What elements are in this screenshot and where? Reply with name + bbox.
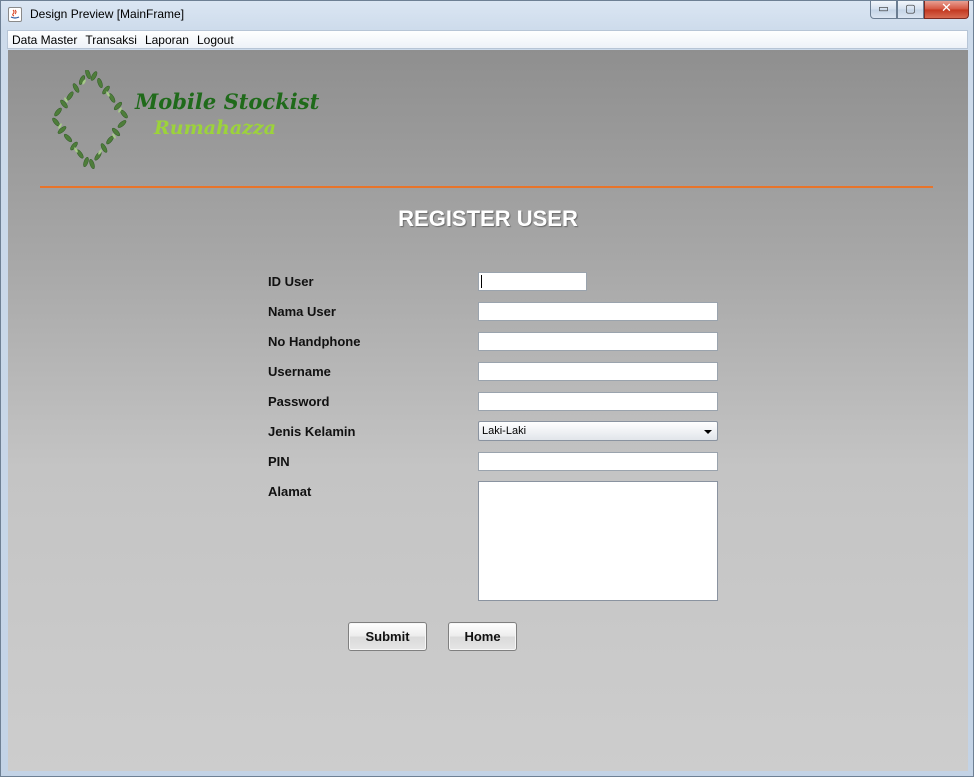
label-jenis-kelamin: Jenis Kelamin (268, 424, 356, 439)
leaf-wreath-icon (52, 70, 128, 169)
nama-user-field[interactable] (478, 302, 718, 321)
label-username: Username (268, 364, 331, 379)
password-field[interactable] (478, 392, 718, 411)
title-bar[interactable]: Design Preview [MainFrame] ▭ ▢ ✕ (1, 1, 973, 29)
label-pin: PIN (268, 454, 290, 469)
submit-button[interactable]: Submit (348, 622, 427, 651)
menu-laporan[interactable]: Laporan (141, 33, 193, 47)
menu-data-master[interactable]: Data Master (8, 33, 81, 47)
no-handphone-field[interactable] (478, 332, 718, 351)
label-id-user: ID User (268, 274, 314, 289)
text-caret (481, 275, 482, 288)
brand-subtitle: Rumahazza (154, 117, 277, 139)
username-field[interactable] (478, 362, 718, 381)
brand-title: Mobile Stockist (135, 89, 320, 114)
minimize-icon: ▭ (878, 2, 889, 15)
chevron-down-icon (704, 430, 712, 434)
close-icon: ✕ (941, 1, 952, 16)
maximize-button[interactable]: ▢ (897, 1, 924, 19)
label-password: Password (268, 394, 330, 409)
page-title: REGISTER USER (398, 206, 578, 231)
pin-field[interactable] (478, 452, 718, 471)
jenis-kelamin-selected: Laki-Laki (482, 425, 527, 437)
register-user-panel: Mobile Stockist Rumahazza REGISTER USER … (8, 50, 968, 771)
menu-bar: Data Master Transaksi Laporan Logout (7, 30, 968, 49)
label-nama-user: Nama User (268, 304, 336, 319)
alamat-textarea[interactable] (478, 481, 718, 601)
minimize-button[interactable]: ▭ (870, 1, 897, 19)
maximize-icon: ▢ (905, 2, 916, 15)
home-button[interactable]: Home (448, 622, 517, 651)
id-user-field[interactable] (478, 272, 587, 291)
main-window: Design Preview [MainFrame] ▭ ▢ ✕ Data Ma… (0, 0, 974, 777)
jenis-kelamin-select[interactable]: Laki-Laki (478, 421, 718, 441)
window-controls: ▭ ▢ ✕ (870, 1, 969, 21)
label-alamat: Alamat (268, 484, 312, 499)
window-title: Design Preview [MainFrame] (30, 7, 185, 21)
java-app-icon (8, 7, 22, 22)
menu-logout[interactable]: Logout (193, 33, 238, 47)
close-button[interactable]: ✕ (924, 1, 969, 19)
header-divider (40, 186, 933, 188)
menu-transaksi[interactable]: Transaksi (81, 33, 141, 47)
label-no-handphone: No Handphone (268, 334, 361, 349)
